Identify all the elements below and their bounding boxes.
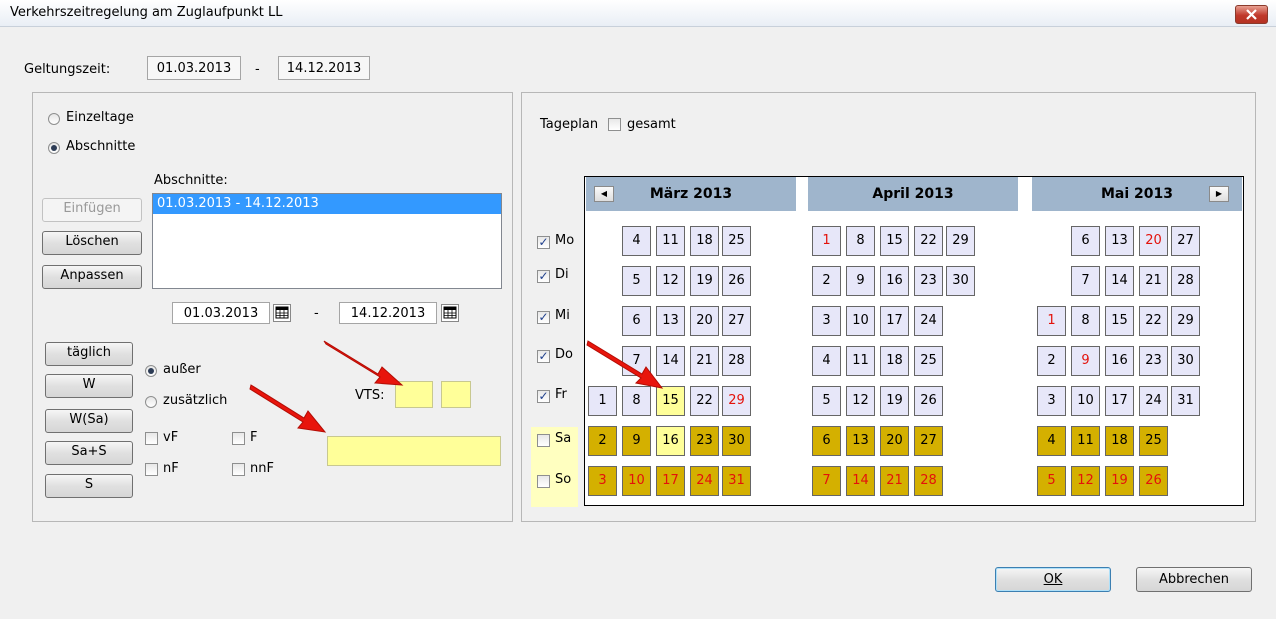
annotation-arrows	[249, 340, 664, 433]
annotation-arrow	[249, 340, 664, 433]
cancel-label: Abbrechen	[1158, 572, 1230, 587]
ok-label: OK	[1043, 572, 1063, 587]
cancel-button[interactable]: Abbrechen	[1136, 567, 1252, 592]
ok-button[interactable]: OK	[995, 567, 1111, 592]
